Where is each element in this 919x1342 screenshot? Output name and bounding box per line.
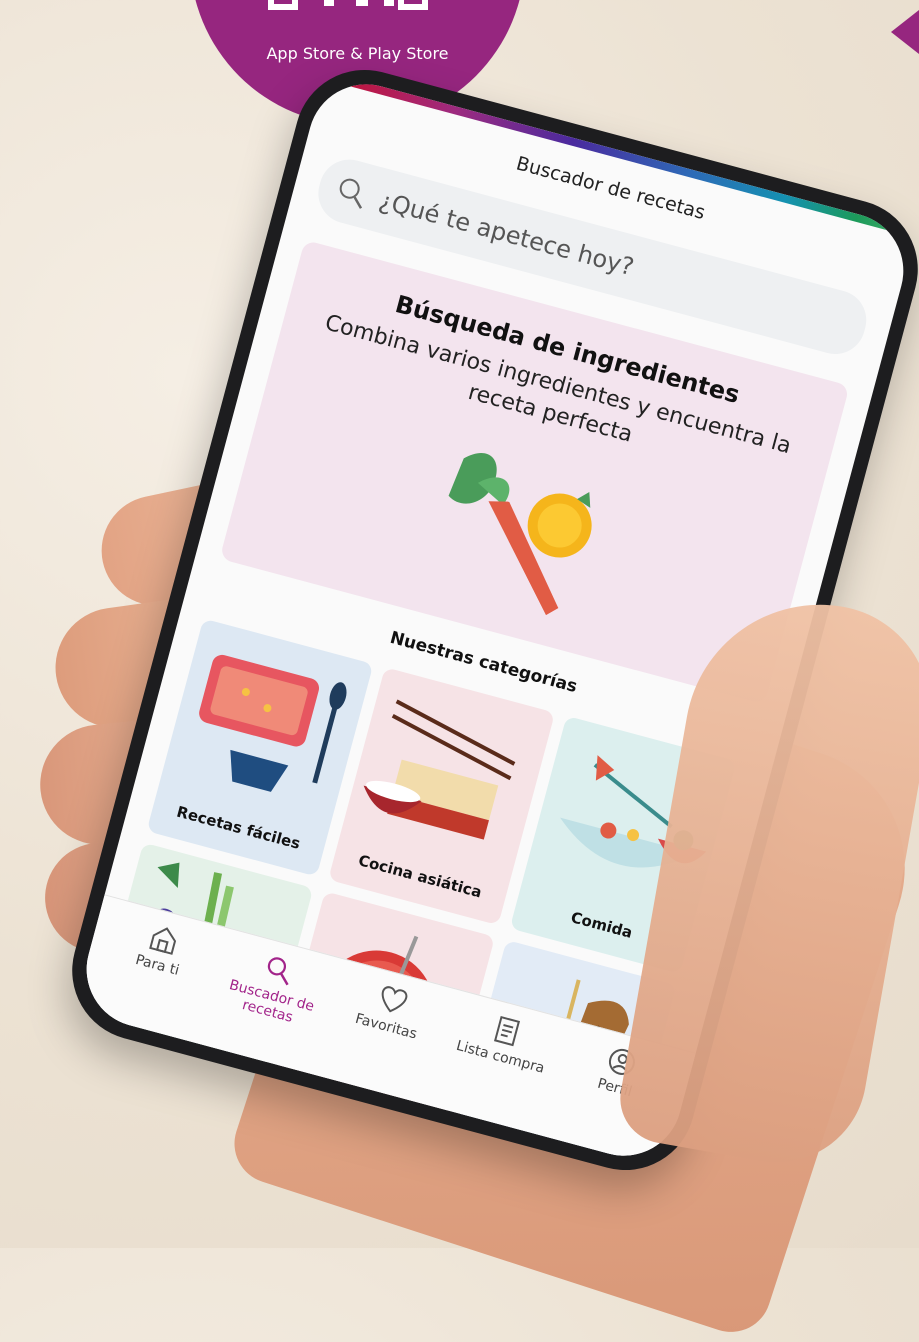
search-icon: [267, 957, 289, 986]
search-placeholder: ¿Qué te apetece hoy?: [376, 186, 637, 282]
home-icon: [149, 927, 177, 955]
qr-code-icon: [268, 0, 428, 10]
asian-food-icon: [363, 699, 516, 840]
nav-label: Buscador de recetas: [227, 976, 316, 1026]
vegetables-illustration: [448, 453, 592, 616]
store-label: App Store & Play Store: [266, 44, 449, 63]
heart-icon: [381, 986, 408, 1013]
search-icon: [339, 178, 363, 209]
arrow-shape: [891, 10, 919, 54]
nav-label: Favoritas: [353, 1010, 419, 1043]
list-icon: [494, 1016, 521, 1047]
baking-dish-icon: [199, 654, 347, 792]
